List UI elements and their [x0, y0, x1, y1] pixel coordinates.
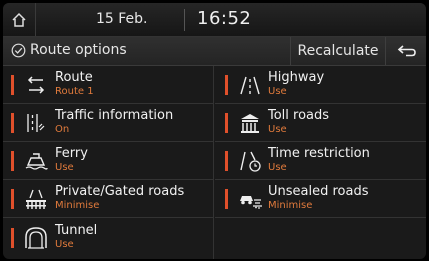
option-label: Toll roads: [268, 108, 330, 123]
route-options-grid: Route Route 1 Highway Use Traffic inform…: [3, 66, 426, 259]
clock: 16:52: [197, 8, 252, 29]
option-value: Use: [268, 86, 287, 97]
option-marker: [225, 75, 228, 95]
time-restriction-icon: [240, 151, 261, 172]
ferry-icon: [25, 153, 48, 170]
option-marker: [11, 189, 14, 209]
option-label: Ferry: [55, 146, 88, 161]
option-value: Use: [55, 239, 74, 250]
back-arrow-icon: [397, 45, 416, 57]
option-time-restriction[interactable]: Time restriction Use: [215, 142, 426, 180]
page-title: Route options: [30, 42, 127, 58]
gated-roads-icon: [26, 189, 46, 209]
option-marker: [11, 228, 14, 248]
option-label: Traffic information: [55, 108, 174, 123]
option-tunnel[interactable]: Tunnel Use: [3, 218, 214, 259]
option-marker: [11, 113, 14, 133]
nav-screen: 15 Feb. 16:52 Route options Recalculate: [3, 3, 426, 259]
option-label: Tunnel: [55, 223, 98, 238]
option-private-gated-roads[interactable]: Private/Gated roads Minimise: [3, 180, 214, 218]
option-value: Minimise: [55, 200, 100, 211]
empty-cell: [215, 218, 426, 259]
option-label: Route: [55, 70, 93, 85]
option-route[interactable]: Route Route 1: [3, 66, 214, 104]
page-title-wrap: Route options: [11, 42, 127, 58]
date-display: 15 Feb.: [96, 11, 148, 27]
highway-icon: [240, 76, 260, 95]
option-ferry[interactable]: Ferry Use: [3, 142, 214, 180]
option-marker: [11, 75, 14, 95]
option-label: Highway: [268, 70, 325, 85]
option-traffic-information[interactable]: Traffic information On: [3, 104, 214, 142]
option-label: Time restriction: [268, 146, 370, 161]
option-value: Route 1: [55, 86, 94, 97]
home-button[interactable]: [3, 3, 36, 36]
back-button[interactable]: [385, 37, 426, 65]
option-value: Use: [268, 124, 287, 135]
recalculate-button[interactable]: Recalculate: [290, 37, 385, 65]
traffic-icon: [27, 114, 45, 132]
option-value: On: [55, 124, 70, 135]
option-label: Unsealed roads: [268, 184, 369, 199]
option-marker: [225, 151, 228, 171]
toll-roads-icon: [241, 114, 259, 133]
header-bar: Route options Recalculate: [3, 37, 426, 66]
option-highway[interactable]: Highway Use: [215, 66, 426, 104]
status-bar: 15 Feb. 16:52: [3, 3, 426, 37]
option-marker: [11, 151, 14, 171]
option-marker: [225, 189, 228, 209]
home-icon: [12, 12, 26, 27]
tunnel-icon: [25, 227, 47, 249]
status-divider: [184, 9, 185, 31]
check-circle-icon: [11, 43, 26, 57]
option-marker: [225, 113, 228, 133]
unsealed-roads-icon: [240, 196, 262, 209]
option-label: Private/Gated roads: [55, 184, 185, 199]
option-toll-roads[interactable]: Toll roads Use: [215, 104, 426, 142]
route-icon: [27, 76, 45, 94]
option-unsealed-roads[interactable]: Unsealed roads Minimise: [215, 180, 426, 218]
option-value: Minimise: [268, 200, 313, 211]
option-value: Use: [55, 162, 74, 173]
option-value: Use: [268, 162, 287, 173]
